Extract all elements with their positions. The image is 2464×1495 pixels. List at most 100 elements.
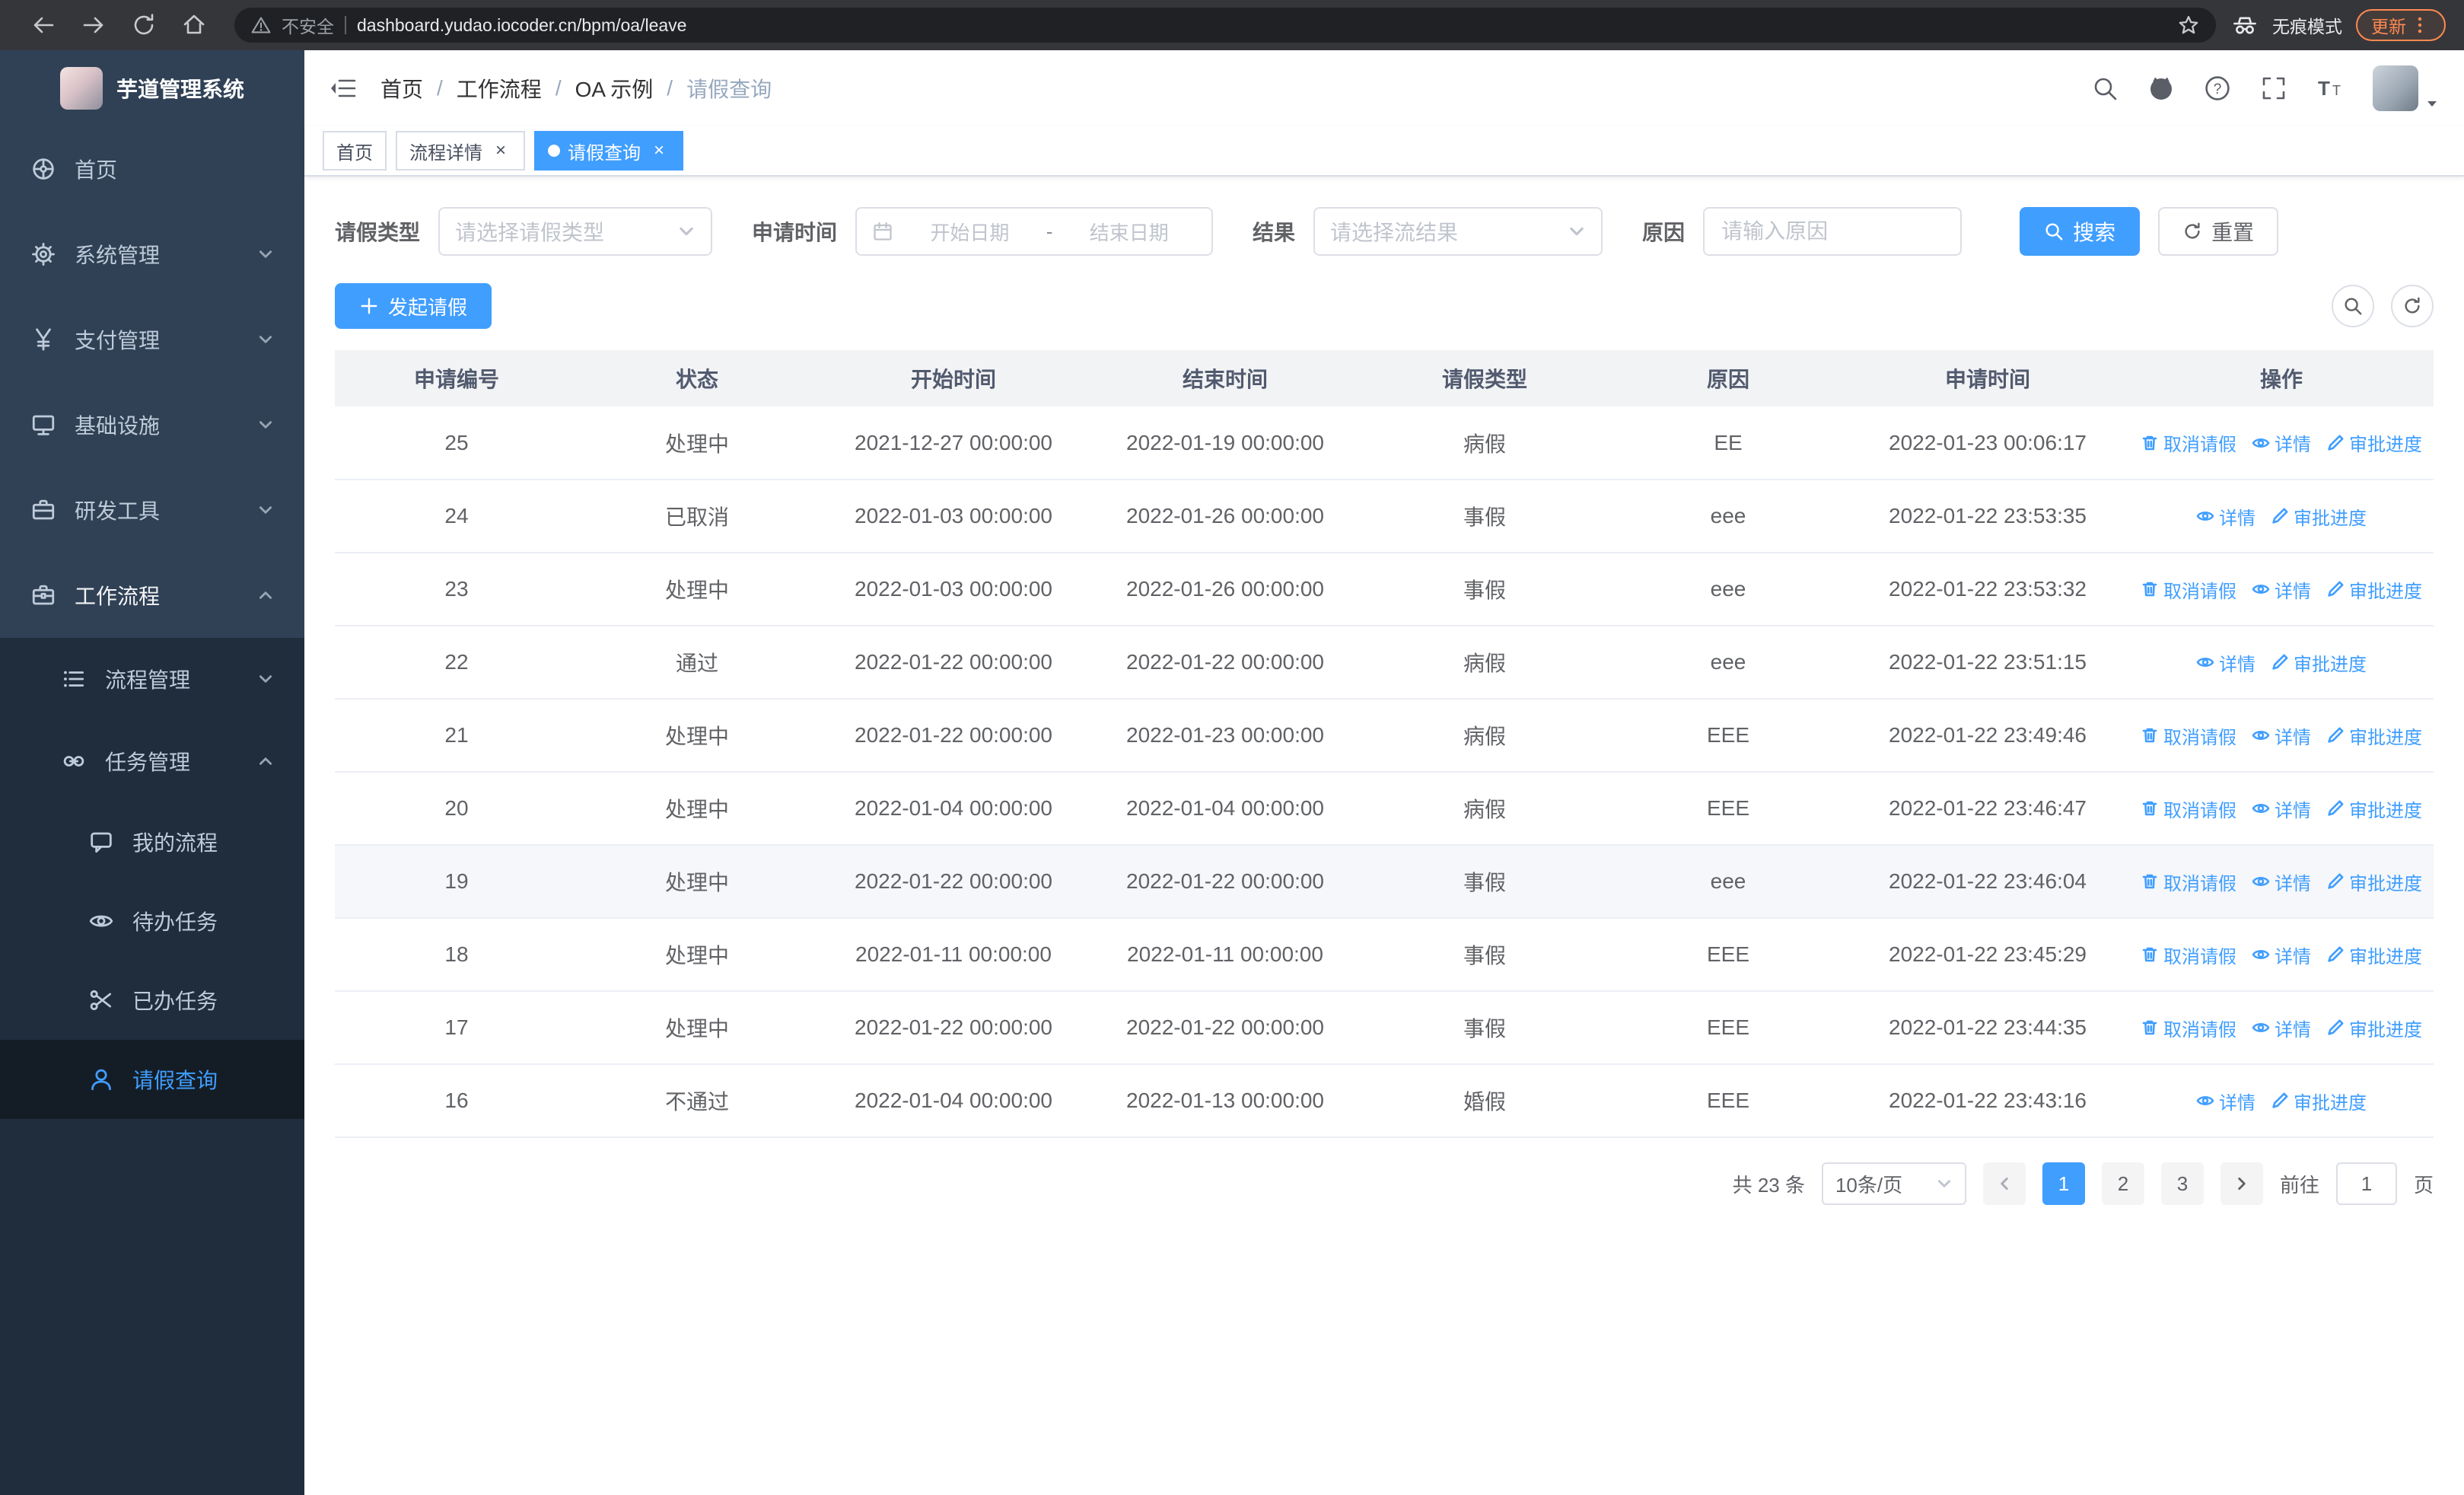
user-menu[interactable] (2373, 65, 2440, 111)
page-button-2[interactable]: 2 (2101, 1162, 2144, 1205)
approval-progress-link[interactable]: 审批进度 (2326, 795, 2422, 822)
sidebar-item-home[interactable]: 首页 (0, 126, 304, 212)
cancel-leave-link[interactable]: 取消请假 (2141, 1015, 2236, 1041)
col-reason: 原因 (1610, 350, 1846, 406)
approval-progress-link[interactable]: 审批进度 (2271, 649, 2367, 676)
tag-process-detail[interactable]: 流程详情 × (396, 131, 525, 171)
breadcrumb-home[interactable]: 首页 (380, 73, 423, 104)
detail-link[interactable]: 详情 (2196, 1088, 2255, 1114)
warning-icon (251, 17, 271, 33)
breadcrumb-separator: / (555, 76, 562, 100)
sidebar-item-leave-query[interactable]: 请假查询 (0, 1040, 304, 1119)
apply-time-cell: 2022-01-22 23:53:35 (1846, 480, 2129, 553)
detail-link[interactable]: 详情 (2252, 942, 2311, 968)
security-label[interactable]: 不安全 (282, 12, 334, 38)
create-leave-button[interactable]: 发起请假 (335, 283, 492, 329)
collapse-sidebar-icon[interactable] (329, 74, 358, 103)
home-icon[interactable] (181, 12, 207, 38)
leave-type-cell: 事假 (1359, 845, 1610, 919)
apply-time-cell: 2022-01-22 23:49:46 (1846, 699, 2129, 773)
page-unit-label: 页 (2413, 1173, 2434, 1197)
refresh-table-button[interactable] (2391, 285, 2434, 327)
leave-type-select[interactable]: 请选择请假类型 (438, 207, 713, 256)
sidebar-item-todo-tasks[interactable]: 待办任务 (0, 881, 304, 961)
detail-link[interactable]: 详情 (2252, 576, 2311, 603)
detail-link[interactable]: 详情 (2252, 869, 2311, 895)
sidebar-item-task-management[interactable]: 任务管理 (0, 720, 304, 802)
forward-icon[interactable] (81, 12, 107, 38)
sidebar-item-payment[interactable]: 支付管理 (0, 297, 304, 382)
close-icon[interactable]: × (490, 140, 511, 161)
bookmark-star-icon[interactable] (2178, 14, 2199, 36)
toggle-search-button[interactable] (2332, 285, 2374, 327)
detail-link[interactable]: 详情 (2252, 795, 2311, 822)
fullscreen-icon[interactable] (2260, 75, 2287, 102)
tag-leave-query[interactable]: 请假查询 × (534, 131, 683, 171)
sidebar-item-done-tasks[interactable]: 已办任务 (0, 961, 304, 1040)
tag-home[interactable]: 首页 (323, 131, 387, 171)
col-leave-type: 请假类型 (1359, 350, 1610, 406)
help-icon[interactable]: ? (2204, 75, 2231, 102)
sidebar-item-infrastructure[interactable]: 基础设施 (0, 382, 304, 467)
status-cell: 通过 (578, 626, 816, 700)
sidebar-item-devtools[interactable]: 研发工具 (0, 467, 304, 553)
address-bar[interactable]: 不安全 dashboard.yudao.iocoder.cn/bpm/oa/le… (234, 8, 2216, 43)
cancel-leave-link[interactable]: 取消请假 (2141, 795, 2236, 822)
approval-progress-link[interactable]: 审批进度 (2326, 722, 2422, 749)
browser-update-button[interactable]: 更新 (2356, 9, 2446, 41)
breadcrumb-workflow[interactable]: 工作流程 (457, 73, 542, 104)
reset-button[interactable]: 重置 (2158, 207, 2279, 256)
eye-icon (2196, 658, 2214, 667)
chevron-down-icon (680, 227, 693, 236)
reload-icon[interactable] (131, 12, 157, 38)
close-icon[interactable]: × (648, 140, 670, 161)
approval-progress-link[interactable]: 审批进度 (2271, 503, 2367, 530)
chevron-down-icon (259, 675, 272, 683)
page-button-1[interactable]: 1 (2042, 1162, 2085, 1205)
approval-progress-link[interactable]: 审批进度 (2326, 1015, 2422, 1041)
url-text[interactable]: dashboard.yudao.iocoder.cn/bpm/oa/leave (357, 15, 686, 36)
result-select[interactable]: 请选择流结果 (1313, 207, 1603, 256)
goto-page-input[interactable] (2335, 1162, 2397, 1205)
sidebar-item-process-management[interactable]: 流程管理 (0, 638, 304, 720)
approval-progress-link[interactable]: 审批进度 (2271, 1088, 2367, 1114)
sidebar-item-workflow[interactable]: 工作流程 (0, 553, 304, 638)
col-actions: 操作 (2129, 350, 2434, 406)
approval-progress-link[interactable]: 审批进度 (2326, 576, 2422, 603)
chevron-up-icon (259, 757, 272, 765)
page-button-3[interactable]: 3 (2160, 1162, 2204, 1205)
prev-page-button[interactable] (1982, 1162, 2026, 1205)
cancel-leave-link[interactable]: 取消请假 (2141, 722, 2236, 749)
back-icon[interactable] (30, 12, 56, 38)
cancel-leave-link[interactable]: 取消请假 (2141, 942, 2236, 968)
date-range-picker[interactable]: 开始日期 - 结束日期 (855, 207, 1214, 256)
detail-link[interactable]: 详情 (2196, 649, 2255, 676)
browser-toolbar: 不安全 dashboard.yudao.iocoder.cn/bpm/oa/le… (0, 0, 2464, 50)
breadcrumb-oa-example[interactable]: OA 示例 (575, 73, 654, 104)
cancel-leave-link[interactable]: 取消请假 (2141, 429, 2236, 456)
detail-link[interactable]: 详情 (2252, 722, 2311, 749)
sidebar-item-my-process[interactable]: 我的流程 (0, 802, 304, 881)
next-page-button[interactable] (2220, 1162, 2263, 1205)
approval-progress-link[interactable]: 审批进度 (2326, 942, 2422, 968)
search-icon[interactable] (2091, 75, 2119, 102)
approval-progress-link[interactable]: 审批进度 (2326, 429, 2422, 456)
detail-link[interactable]: 详情 (2196, 503, 2255, 530)
reason-input[interactable] (1703, 207, 1963, 256)
search-icon (2345, 298, 2362, 315)
search-button[interactable]: 搜索 (2020, 207, 2141, 256)
approval-progress-link[interactable]: 审批进度 (2326, 869, 2422, 895)
font-size-icon[interactable]: TT (2316, 75, 2344, 102)
cancel-leave-link[interactable]: 取消请假 (2141, 576, 2236, 603)
chevron-down-icon (1570, 227, 1584, 236)
detail-link[interactable]: 详情 (2252, 429, 2311, 456)
cancel-leave-link[interactable]: 取消请假 (2141, 869, 2236, 895)
app-logo[interactable]: 芋道管理系统 (0, 50, 304, 126)
detail-link[interactable]: 详情 (2252, 1015, 2311, 1041)
end-time-cell: 2022-01-13 00:00:00 (1091, 1064, 1359, 1138)
svg-text:?: ? (2214, 81, 2222, 97)
eye-icon (2252, 804, 2270, 813)
github-icon[interactable] (2147, 75, 2175, 102)
page-size-select[interactable]: 10条/页 (1821, 1162, 1966, 1205)
sidebar-item-system[interactable]: 系统管理 (0, 212, 304, 297)
